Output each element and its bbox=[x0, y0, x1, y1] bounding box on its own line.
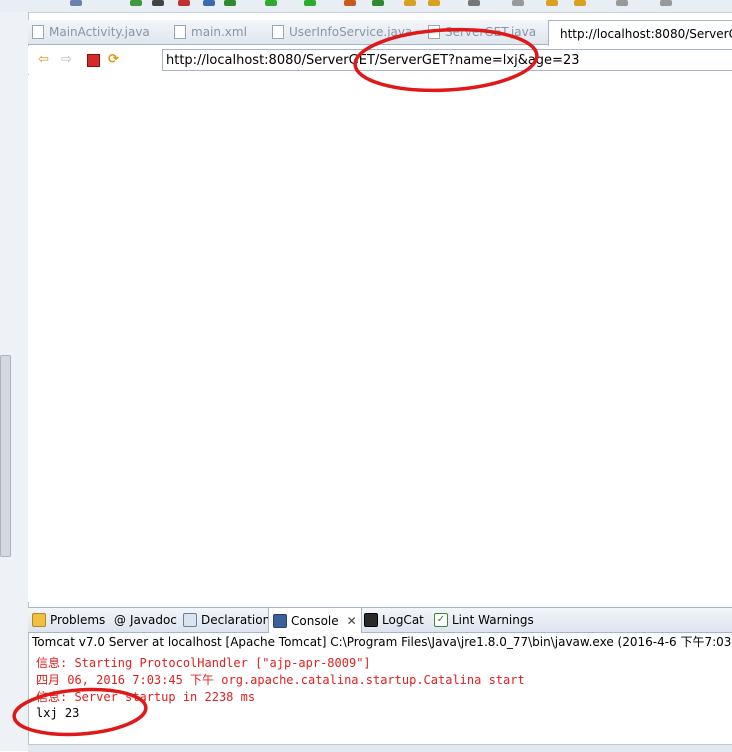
tab-label: UserInfoService.java bbox=[289, 25, 413, 39]
view-tab-label: Lint Warnings bbox=[452, 613, 534, 627]
toolbar-icon[interactable] bbox=[130, 0, 142, 6]
toolbar-icon[interactable] bbox=[203, 0, 215, 6]
java-file-icon bbox=[428, 25, 440, 39]
toolbar-icon[interactable] bbox=[372, 0, 384, 6]
console-process-header: Tomcat v7.0 Server at localhost [Apache … bbox=[32, 635, 732, 649]
view-tab-label: Problems bbox=[50, 613, 106, 627]
tab-mainactivity-java[interactable]: MainActivity.java bbox=[32, 20, 150, 44]
tab-label: http://localhost:8080/ServerG... bbox=[560, 26, 732, 41]
console-line: 信息: Starting ProtocolHandler ["ajp-apr-8… bbox=[36, 656, 371, 670]
toolbar-icon[interactable] bbox=[304, 0, 316, 6]
forward-arrow-icon[interactable]: ⇨ bbox=[61, 53, 72, 67]
url-text: http://localhost:8080/ServerGET/ServerGE… bbox=[166, 52, 580, 68]
main-toolbar bbox=[0, 0, 732, 13]
console-line: 信息: Server startup in 2238 ms bbox=[36, 690, 256, 704]
tab-lint-warnings[interactable]: ✓ Lint Warnings bbox=[434, 608, 534, 632]
tab-userinfoservice-java[interactable]: UserInfoService.java bbox=[272, 20, 412, 44]
console-line: 四月 06, 2016 7:03:45 下午 org.apache.catali… bbox=[36, 673, 525, 687]
java-file-icon bbox=[272, 25, 284, 39]
toolbar-icon[interactable] bbox=[70, 0, 82, 6]
toolbar-icon[interactable] bbox=[660, 0, 672, 6]
console-view-tab-bar: Problems @ Javadoc Declaration Console ✕… bbox=[28, 607, 732, 633]
checkbox-icon: ✓ bbox=[434, 613, 448, 627]
toolbar-icon[interactable] bbox=[344, 0, 356, 6]
tab-console[interactable]: Console ✕ bbox=[268, 608, 362, 633]
browser-toolbar: ⇦ ⇨ ⟳ http://localhost:8080/ServerGET/Se… bbox=[28, 46, 732, 74]
problems-icon bbox=[32, 613, 46, 627]
view-tab-label: Javadoc bbox=[130, 613, 177, 627]
toolbar-icon[interactable] bbox=[265, 0, 277, 6]
tab-label: MainActivity.java bbox=[49, 25, 150, 39]
toolbar-icon[interactable] bbox=[178, 0, 190, 6]
browser-page-content bbox=[28, 75, 732, 602]
stop-icon[interactable] bbox=[87, 54, 100, 67]
tab-problems[interactable]: Problems bbox=[32, 608, 105, 632]
refresh-icon[interactable]: ⟳ bbox=[108, 53, 119, 67]
toolbar-icon[interactable] bbox=[546, 0, 558, 6]
tab-browser-active[interactable]: http://localhost:8080/ServerG... bbox=[548, 20, 732, 46]
toolbar-icon[interactable] bbox=[616, 0, 628, 6]
console-output-line: lxj 23 bbox=[36, 706, 80, 720]
at-icon: @ bbox=[114, 613, 126, 627]
tab-main-xml[interactable]: main.xml bbox=[174, 20, 247, 44]
logcat-icon bbox=[364, 613, 378, 627]
tab-label: main.xml bbox=[191, 25, 247, 39]
url-input[interactable]: http://localhost:8080/ServerGET/ServerGE… bbox=[162, 49, 732, 71]
view-tab-label: Console bbox=[291, 613, 339, 628]
editor-tab-bar: MainActivity.java main.xml UserInfoServi… bbox=[28, 20, 732, 46]
toolbar-icon[interactable] bbox=[404, 0, 416, 6]
tab-label: ServerGET.java bbox=[445, 25, 537, 39]
left-panel-scrollbar[interactable] bbox=[0, 355, 11, 557]
toolbar-icon[interactable] bbox=[224, 0, 236, 6]
toolbar-icon[interactable] bbox=[574, 0, 586, 6]
close-icon[interactable]: ✕ bbox=[347, 614, 357, 628]
tab-serverget-java[interactable]: ServerGET.java bbox=[428, 20, 536, 44]
toolbar-icon[interactable] bbox=[428, 0, 440, 6]
view-tab-label: Declaration bbox=[201, 613, 271, 627]
tab-javadoc[interactable]: @ Javadoc bbox=[114, 608, 177, 632]
console-icon bbox=[273, 613, 287, 628]
view-tab-label: LogCat bbox=[382, 613, 424, 627]
tab-logcat[interactable]: LogCat bbox=[364, 608, 424, 632]
xml-file-icon bbox=[174, 25, 186, 39]
toolbar-icon[interactable] bbox=[512, 0, 524, 6]
declaration-icon bbox=[183, 613, 197, 627]
toolbar-icon[interactable] bbox=[468, 0, 480, 6]
java-file-icon bbox=[32, 25, 44, 39]
toolbar-icon[interactable] bbox=[152, 0, 164, 6]
tab-declaration[interactable]: Declaration bbox=[183, 608, 270, 632]
back-arrow-icon[interactable]: ⇦ bbox=[38, 53, 49, 67]
